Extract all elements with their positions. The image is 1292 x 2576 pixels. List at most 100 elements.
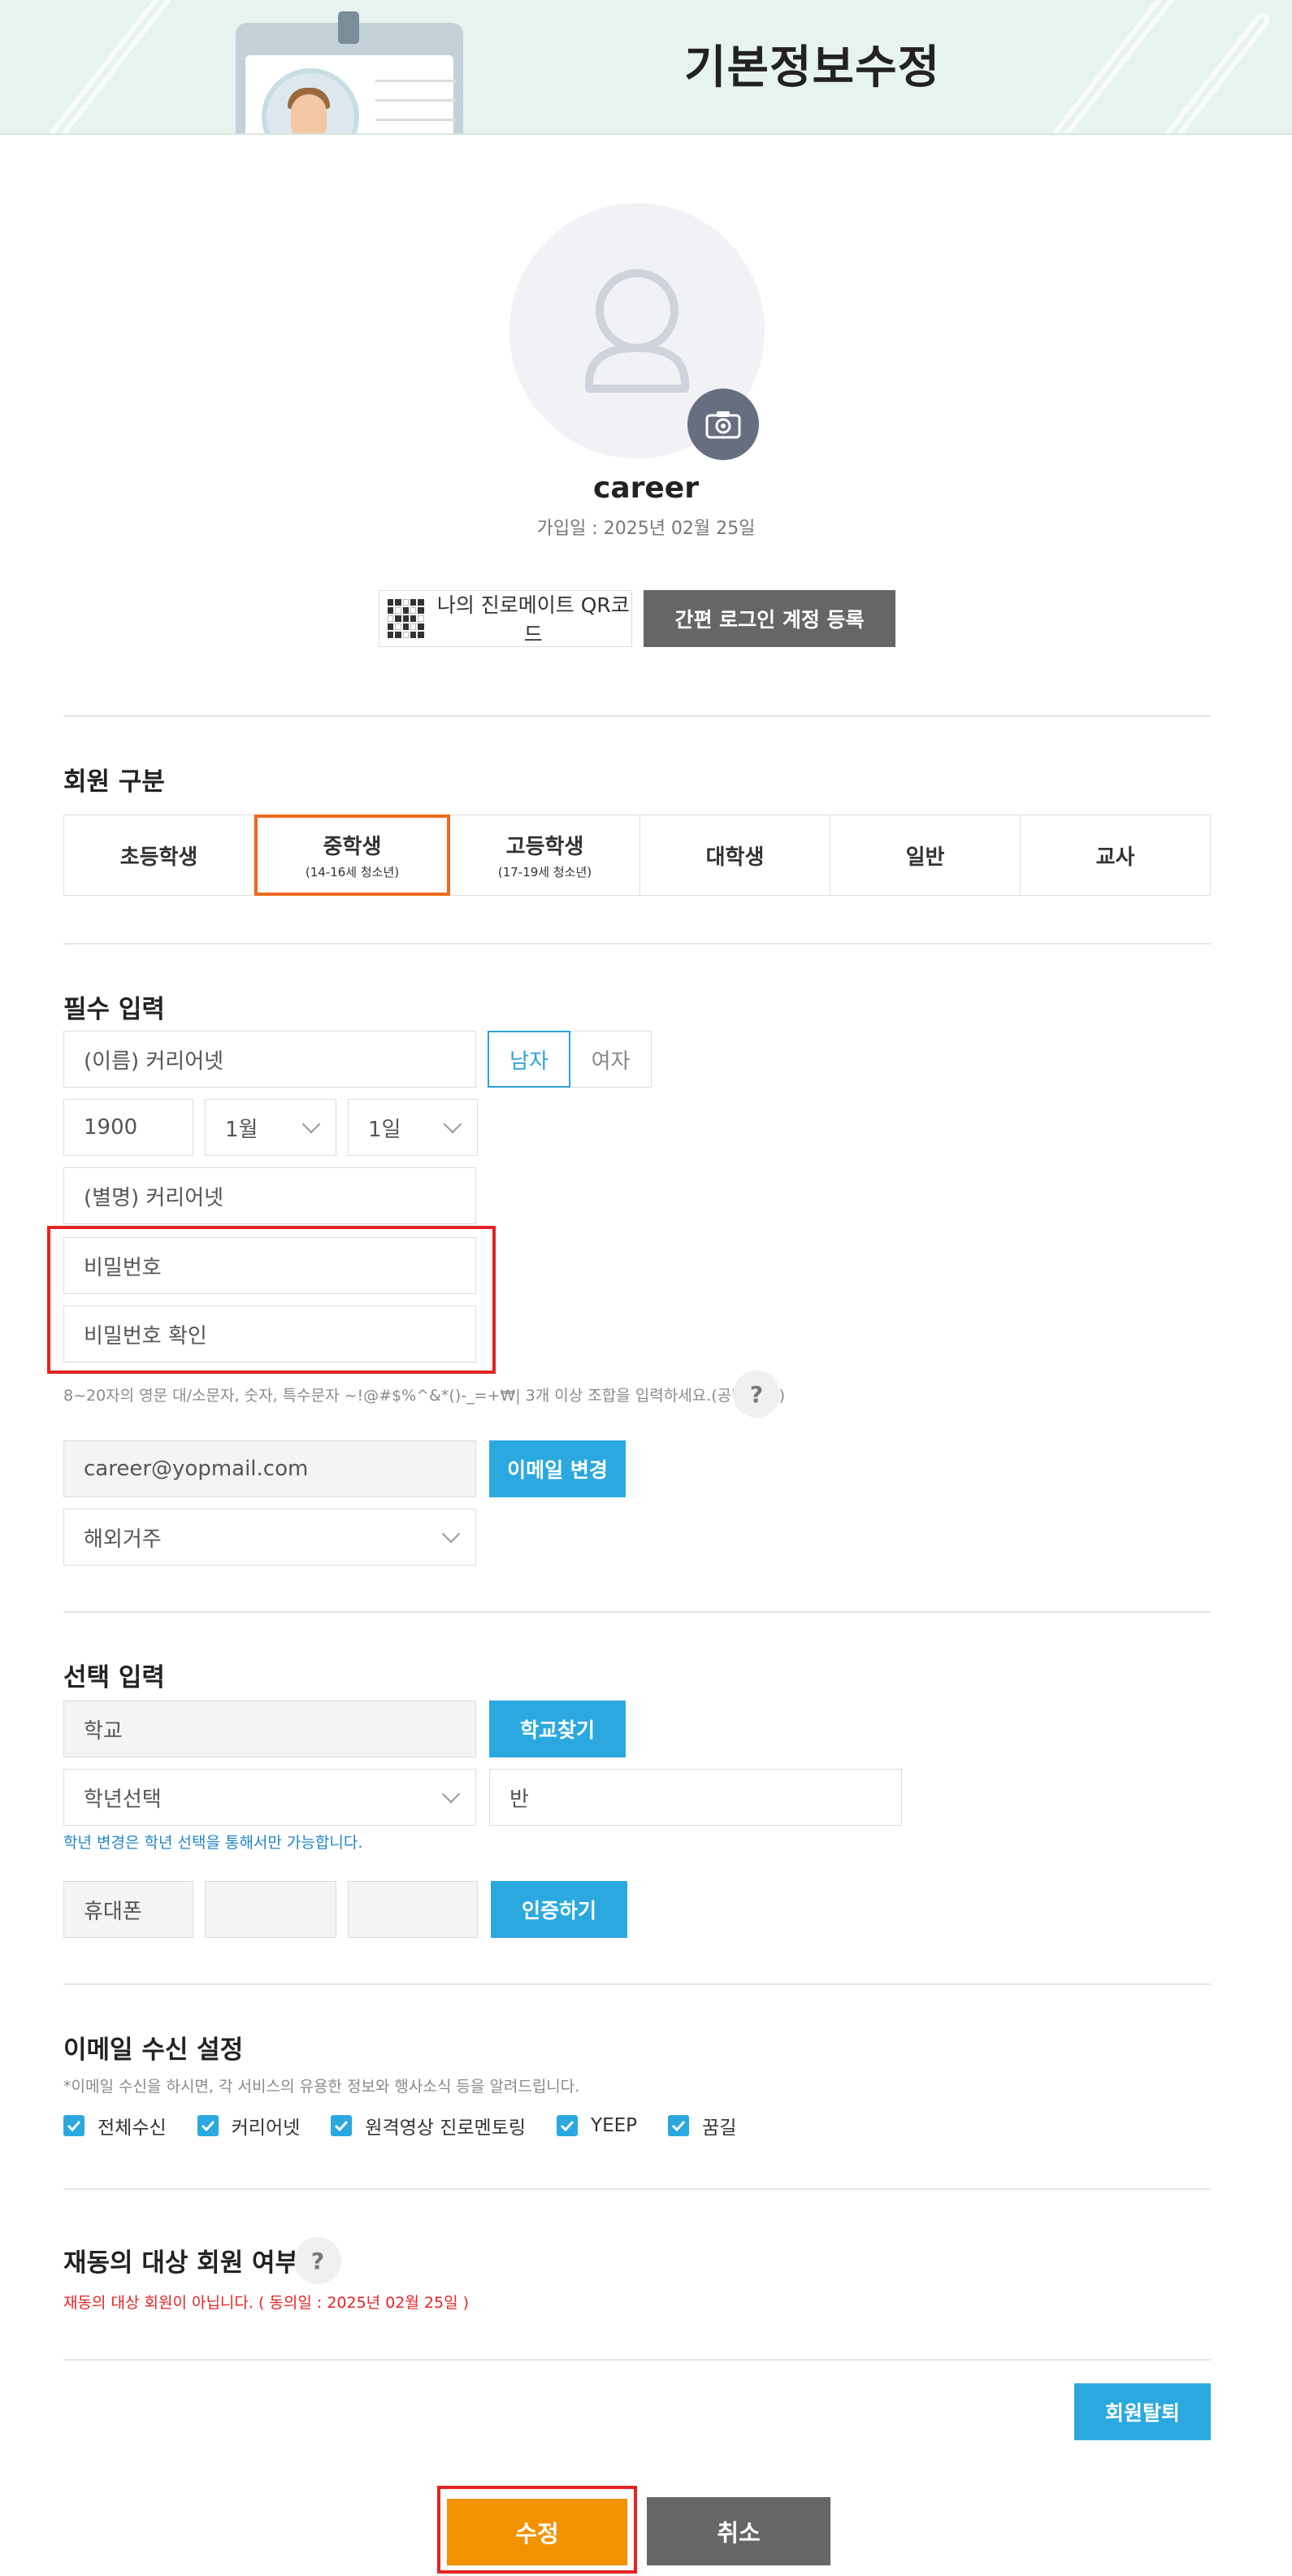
email-option-careernet[interactable]: 커리어넷	[197, 2112, 301, 2139]
nickname-value: (별명) 커리어넷	[84, 1185, 224, 1210]
member-type-high-school[interactable]: 고등학생 (17-19세 청소년)	[450, 815, 640, 895]
email-change-button[interactable]: 이메일 변경	[489, 1440, 626, 1497]
member-type-label: 교사	[1095, 845, 1135, 870]
checkbox-checked-icon	[63, 2115, 85, 2136]
member-type-sub: (17-19세 청소년)	[497, 865, 592, 880]
header-decoration	[1049, 0, 1192, 133]
email-option-label: 꿈길	[702, 2118, 737, 2139]
password-help-button[interactable]: ?	[733, 1371, 780, 1418]
divider	[63, 2188, 1211, 2190]
email-field: career@yopmail.com	[63, 1440, 476, 1497]
checkbox-checked-icon	[668, 2115, 690, 2136]
verify-phone-button[interactable]: 인증하기	[491, 1881, 627, 1938]
residence-value: 해외거주	[84, 1527, 162, 1552]
member-type-sub: (14-16세 청소년)	[305, 865, 400, 880]
birth-day-value: 1일	[368, 1117, 401, 1142]
required-section-title: 필수 입력	[63, 995, 165, 1024]
email-option-all[interactable]: 전체수신	[63, 2112, 167, 2139]
divider	[63, 2359, 1211, 2361]
email-value: career@yopmail.com	[84, 1457, 309, 1481]
birth-month-value: 1월	[225, 1117, 258, 1142]
divider	[63, 1983, 1211, 1985]
school-field: 학교	[63, 1701, 476, 1757]
change-photo-button[interactable]	[687, 389, 759, 460]
member-type-university[interactable]: 대학생	[640, 815, 830, 895]
checkbox-checked-icon	[557, 2115, 579, 2136]
member-type-title: 회원 구분	[63, 767, 165, 797]
member-type-label: 대학생	[705, 845, 765, 870]
email-option-label: 원격영상 진로멘토링	[365, 2118, 527, 2139]
class-value: 반	[509, 1787, 529, 1812]
school-value: 학교	[84, 1718, 123, 1744]
header-decoration	[33, 0, 176, 133]
gender-male-button[interactable]: 남자	[488, 1031, 570, 1088]
member-type-label: 고등학생	[505, 835, 584, 859]
password-hint: 8~20자의 영문 대/소문자, 숫자, 특수문자 ~!@#$%^&*()-_=…	[63, 1387, 785, 1405]
qr-code-label: 나의 진로메이트 QR코드	[436, 593, 630, 646]
divider	[63, 715, 1211, 717]
page-title: 기본정보수정	[684, 41, 941, 94]
grade-hint: 학년 변경은 학년 선택을 통해서만 가능합니다.	[63, 1834, 363, 1852]
email-settings-hint: *이메일 수신을 하시면, 각 서비스의 유용한 정보와 행사소식 등을 알려드…	[63, 2078, 580, 2096]
name-field[interactable]: (이름) 커리어넷	[63, 1031, 476, 1088]
birth-year-value: 1900	[84, 1115, 138, 1140]
member-type-label: 초등학생	[119, 845, 198, 870]
name-value: (이름) 커리어넷	[84, 1049, 224, 1074]
gender-female-button[interactable]: 여자	[570, 1031, 652, 1088]
chevron-down-icon	[443, 1114, 462, 1134]
chevron-down-icon	[441, 1784, 461, 1804]
phone-middle-field[interactable]	[205, 1881, 336, 1938]
password-placeholder: 비밀번호	[84, 1255, 162, 1280]
member-type-label: 일반	[905, 845, 945, 870]
grade-select[interactable]: 학년선택	[63, 1769, 476, 1826]
email-option-mentoring[interactable]: 원격영상 진로멘토링	[331, 2112, 526, 2139]
member-type-tabs: 초등학생 중학생 (14-16세 청소년) 고등학생 (17-19세 청소년) 대학…	[63, 815, 1211, 896]
birth-month-select[interactable]: 1월	[205, 1099, 336, 1156]
qr-code-icon	[388, 599, 424, 638]
email-option-yeep[interactable]: YEEP	[557, 2115, 637, 2136]
optional-section-title: 선택 입력	[63, 1663, 165, 1692]
password-confirm-placeholder: 비밀번호 확인	[84, 1323, 207, 1349]
header-decoration	[1130, 10, 1273, 133]
page-header: 기본정보수정	[0, 0, 1292, 135]
email-option-label: 전체수신	[98, 2118, 167, 2139]
chevron-down-icon	[301, 1114, 321, 1134]
email-options: 전체수신 커리어넷 원격영상 진로멘토링 YEEP 꿈길	[63, 2112, 767, 2139]
chevron-down-icon	[441, 1524, 461, 1544]
member-type-teacher[interactable]: 교사	[1021, 815, 1210, 895]
simple-login-register-button[interactable]: 간편 로그인 계정 등록	[644, 590, 895, 647]
submit-button[interactable]: 수정	[447, 2499, 627, 2565]
residence-select[interactable]: 해외거주	[63, 1509, 476, 1566]
phone-last-field[interactable]	[348, 1881, 478, 1938]
member-type-elementary[interactable]: 초등학생	[64, 815, 254, 895]
divider	[63, 1611, 1211, 1613]
email-option-label: YEEP	[591, 2115, 638, 2136]
class-field[interactable]: 반	[489, 1769, 902, 1826]
consent-message: 재동의 대상 회원이 아닙니다. ( 동의일 : 2025년 02월 25일 )	[63, 2294, 470, 2312]
id-card-illustration	[236, 11, 463, 133]
withdraw-button[interactable]: 회원탈퇴	[1074, 2383, 1211, 2440]
birth-year-field[interactable]: 1900	[63, 1099, 193, 1156]
email-option-kkumgil[interactable]: 꿈길	[668, 2112, 736, 2139]
phone-label: 휴대폰	[84, 1899, 142, 1924]
cancel-button[interactable]: 취소	[647, 2497, 830, 2565]
camera-icon	[705, 411, 741, 439]
grade-value: 학년선택	[84, 1787, 162, 1812]
email-option-label: 커리어넷	[231, 2118, 301, 2139]
member-type-general[interactable]: 일반	[830, 815, 1021, 895]
password-field[interactable]: 비밀번호	[63, 1237, 476, 1294]
consent-help-button[interactable]: ?	[294, 2237, 341, 2284]
consent-title: 재동의 대상 회원 여부	[63, 2248, 299, 2278]
member-type-label: 중학생	[323, 835, 382, 859]
phone-label-field: 휴대폰	[63, 1881, 193, 1938]
birth-day-select[interactable]: 1일	[348, 1099, 478, 1156]
nickname-field[interactable]: (별명) 커리어넷	[63, 1167, 476, 1224]
username: career	[593, 471, 699, 505]
join-date: 가입일 : 2025년 02월 25일	[536, 519, 756, 539]
member-type-middle-school[interactable]: 중학생 (14-16세 청소년)	[254, 815, 450, 896]
password-confirm-field[interactable]: 비밀번호 확인	[63, 1305, 476, 1362]
email-settings-title: 이메일 수신 설정	[63, 2035, 244, 2065]
checkbox-checked-icon	[331, 2115, 353, 2136]
find-school-button[interactable]: 학교찾기	[489, 1701, 626, 1757]
qr-code-button[interactable]: 나의 진로메이트 QR코드	[379, 590, 632, 647]
